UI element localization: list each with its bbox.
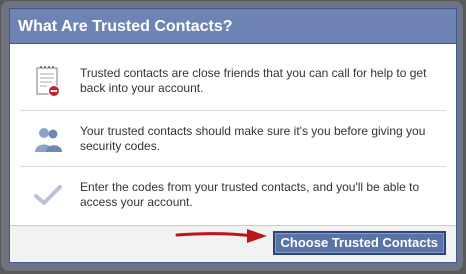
info-item-verify-identity: Your trusted contacts should make sure i… <box>20 111 446 167</box>
red-arrow-annotation <box>175 229 267 243</box>
info-text: Enter the codes from your trusted contac… <box>80 180 420 209</box>
dialog-body: Trusted contacts are close friends that … <box>10 44 456 223</box>
checkmark-icon <box>28 175 68 215</box>
dialog-title: What Are Trusted Contacts? <box>10 9 456 44</box>
document-stop-icon <box>28 61 68 101</box>
info-text: Your trusted contacts should make sure i… <box>80 123 426 153</box>
info-text: Trusted contacts are close friends that … <box>80 66 427 95</box>
info-item-call-friends: Trusted contacts are close friends that … <box>20 52 446 111</box>
people-icon <box>28 119 68 159</box>
info-item-enter-codes: Enter the codes from your trusted contac… <box>20 167 446 223</box>
choose-trusted-contacts-button[interactable]: Choose Trusted Contacts <box>272 231 446 255</box>
